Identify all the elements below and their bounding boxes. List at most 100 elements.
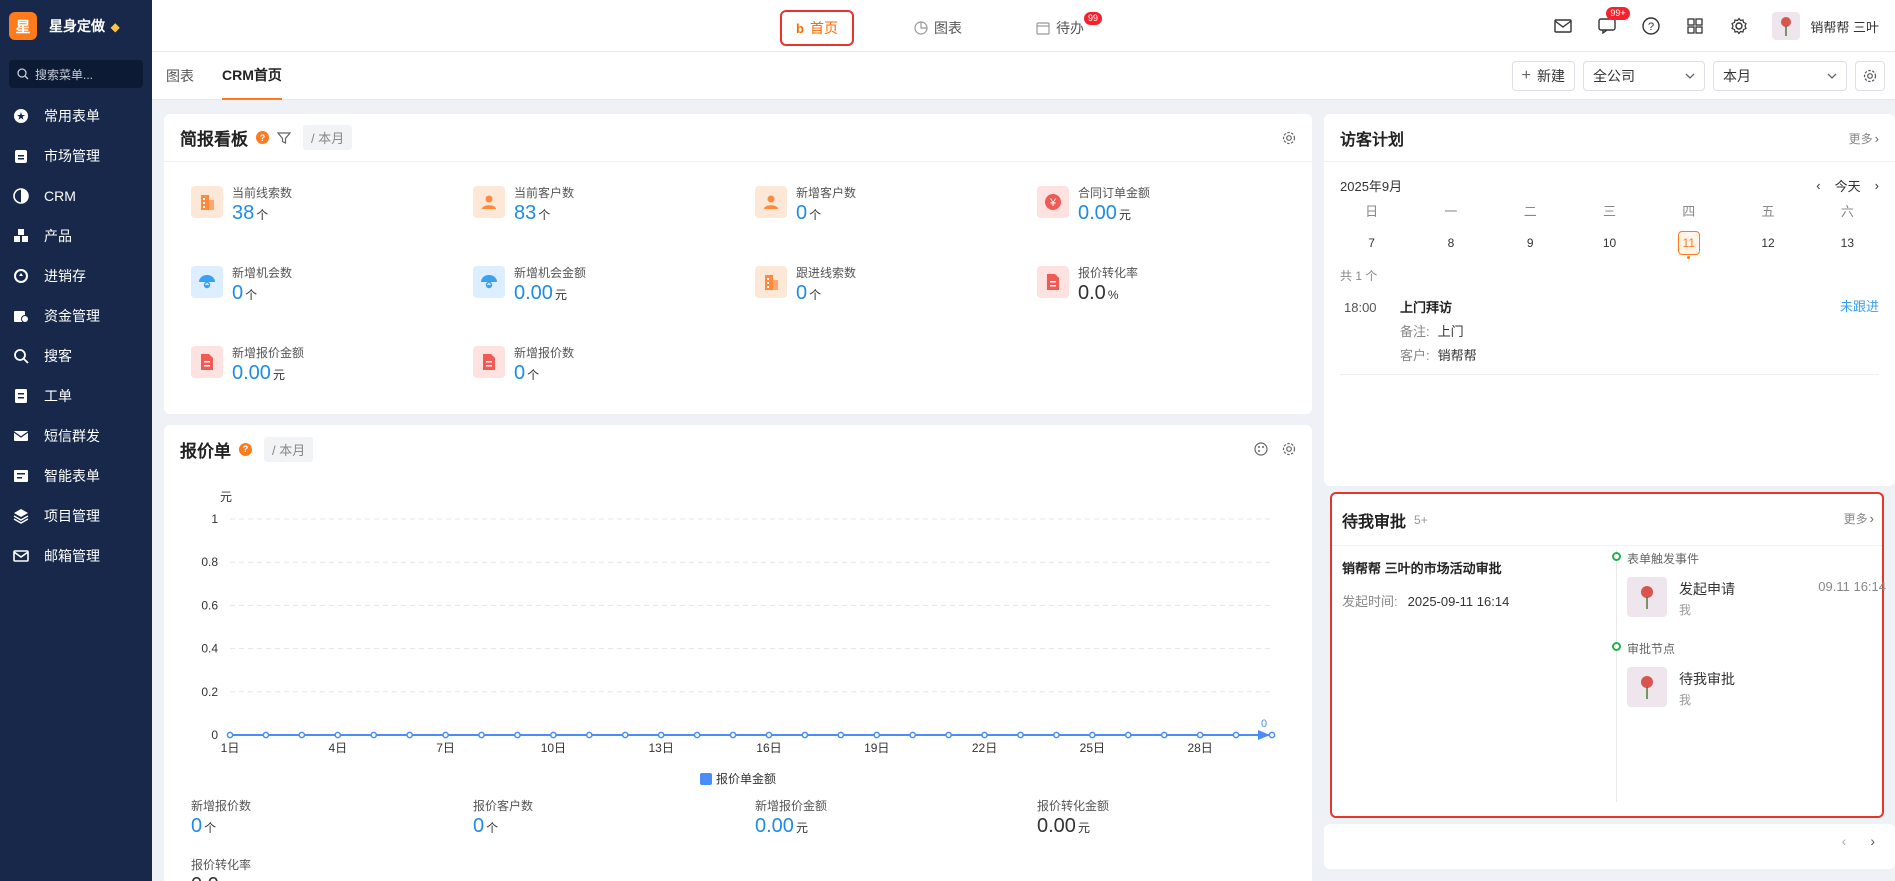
data-point	[370, 731, 378, 739]
sidebar-item[interactable]: 邮箱管理	[0, 536, 152, 576]
visit-status[interactable]: 未跟进	[1840, 296, 1879, 315]
pending-approval-card: 待我审批 5+ 更多 › 销帮帮 三叶的市场活动审批 发起时间: 2025-09-…	[1330, 492, 1886, 818]
calendar-day[interactable]: 11	[1649, 225, 1728, 261]
sidebar-item[interactable]: 工单	[0, 376, 152, 416]
stat-unit: 个	[204, 821, 217, 835]
visit-plan-more[interactable]: 更多 ›	[1849, 114, 1879, 162]
sidebar-item-label: 产品	[44, 228, 72, 244]
calendar-day-number: 12	[1761, 236, 1775, 250]
calendar-day[interactable]: 7	[1332, 225, 1411, 261]
data-point	[550, 731, 557, 739]
palette-icon[interactable]	[1254, 442, 1268, 456]
mail-icon[interactable]	[1552, 15, 1574, 37]
prev-week-icon[interactable]: ‹	[1816, 178, 1820, 193]
settings-icon[interactable]	[1282, 442, 1296, 456]
stat-item[interactable]: 新增机会数 0 个	[191, 260, 473, 320]
data-point	[406, 731, 414, 739]
sidebar-item[interactable]: 项目管理	[0, 496, 152, 536]
y-axis-unit-label: 元	[220, 490, 232, 504]
data-point	[1268, 731, 1276, 739]
sidebar-item[interactable]: 搜客	[0, 336, 152, 376]
x-tick-label: 10日	[541, 741, 566, 755]
tab-home[interactable]: b 首页	[780, 10, 854, 46]
subtab-charts[interactable]: 图表	[166, 52, 194, 100]
help-badge-icon[interactable]: ?	[239, 442, 252, 456]
sidebar-item[interactable]: 进销存	[0, 256, 152, 296]
stat-item[interactable]: 新增客户数 0 个	[755, 180, 1037, 240]
next-page-icon[interactable]: ›	[1870, 833, 1875, 849]
visit-note-value: 上门	[1437, 324, 1464, 339]
data-point	[1232, 731, 1240, 739]
stat-item[interactable]: 报价转化率 0.0%	[1037, 260, 1319, 320]
settings-icon[interactable]	[1282, 131, 1296, 145]
stat-unit: 个	[527, 368, 540, 382]
stat-label: 当前线索数	[232, 186, 293, 200]
sidebar-item[interactable]: 市场管理	[0, 136, 152, 176]
sidebar-item[interactable]: 常用表单	[0, 96, 152, 136]
visit-customer-value[interactable]: 销帮帮	[1438, 348, 1477, 363]
calendar-day[interactable]: 8	[1411, 225, 1490, 261]
data-point	[262, 731, 270, 739]
stat-value: 83	[514, 202, 537, 224]
sidebar-item[interactable]: 资金管理	[0, 296, 152, 336]
next-week-icon[interactable]: ›	[1875, 178, 1879, 193]
stat-label: 报价转化金额	[1037, 799, 1110, 813]
sidebar-menu: 常用表单 市场管理 CRM 产品进销存资金管理 搜客 工单 短信群发 智能表单 项目管理 邮箱管理	[0, 96, 152, 576]
apps-grid-icon[interactable]	[1684, 15, 1706, 37]
brand[interactable]: 星 星身定做 ◆	[0, 0, 152, 52]
approval-item[interactable]: 销帮帮 三叶的市场活动审批 发起时间: 2025-09-11 16:14	[1342, 558, 1592, 610]
more-link[interactable]: 更多	[1844, 510, 1868, 527]
stat-item[interactable]: 跟进线索数 0 个	[755, 260, 1037, 320]
approval-timeline: 表单触发事件 发起申请 我 09.11 16:14 审批节点 待我审批 我	[1612, 550, 1886, 802]
help-icon[interactable]: ?	[1640, 15, 1662, 37]
stat-item[interactable]: 新增报价金额 0.00 元	[191, 340, 473, 400]
layout-settings-button[interactable]	[1855, 61, 1885, 91]
sidebar-item[interactable]: 智能表单	[0, 456, 152, 496]
company-select[interactable]: 全公司	[1583, 61, 1705, 91]
brief-board-card: 简报看板 ? / 本月 当前线索数 38 个当前客户数 83 个新增客户数 0 个 ¥ 合同订单…	[164, 114, 1312, 414]
filter-icon[interactable]	[277, 131, 291, 145]
help-badge-icon[interactable]: ?	[256, 131, 269, 144]
calendar-day[interactable]: 13	[1808, 225, 1887, 261]
subtab-crm-home[interactable]: CRM首页	[222, 52, 282, 100]
approval-pager: ‹ ›	[1842, 833, 1875, 849]
stat-item[interactable]: 当前线索数 38 个	[191, 180, 473, 240]
user-menu[interactable]: 销帮帮 三叶	[1772, 12, 1879, 40]
message-icon[interactable]: 99+	[1596, 7, 1630, 37]
sidebar-item[interactable]: 产品	[0, 216, 152, 256]
calendar-day[interactable]: 10	[1570, 225, 1649, 261]
visit-item[interactable]: 18:00 上门拜访 备注: 上门 客户: 销帮帮 未跟进	[1340, 290, 1879, 375]
calendar-day[interactable]: 12	[1728, 225, 1807, 261]
boxes-icon	[12, 227, 30, 245]
more-link[interactable]: 更多	[1849, 130, 1873, 147]
calendar-day[interactable]: 9	[1491, 225, 1570, 261]
chart-legend[interactable]: 报价单金额	[164, 770, 1312, 787]
approval-more[interactable]: 更多 ›	[1844, 494, 1874, 542]
sidebar-item-label: 进销存	[44, 268, 86, 284]
menu-search-input[interactable]: 搜索菜单...	[9, 60, 143, 88]
tab-charts[interactable]: 图表	[900, 10, 976, 46]
stat-item[interactable]: ¥ 合同订单金额 0.00 元	[1037, 180, 1319, 240]
sidebar-item[interactable]: CRM	[0, 176, 152, 216]
tab-todo[interactable]: 待办 99	[1022, 10, 1102, 46]
data-point	[478, 731, 485, 739]
stat-value: 38	[232, 202, 255, 224]
prev-page-icon[interactable]: ‹	[1842, 833, 1847, 849]
new-button[interactable]: + 新建	[1511, 61, 1575, 91]
data-point	[621, 731, 629, 739]
stat-value: 0	[191, 815, 203, 837]
stat-item[interactable]: 新增机会金额 0.00 元	[473, 260, 755, 320]
stat-value: 0.00	[1037, 815, 1076, 837]
form-icon	[12, 467, 30, 485]
stat-item[interactable]: 当前客户数 83 个	[473, 180, 755, 240]
stat-value: 0.00	[1078, 202, 1117, 224]
period-select[interactable]: 本月	[1713, 61, 1847, 91]
settings-gear-icon[interactable]	[1728, 15, 1750, 37]
avatar	[1627, 577, 1667, 617]
stat-unit: 元	[1118, 208, 1131, 222]
stat-unit: 个	[538, 208, 551, 222]
stat-item[interactable]: 新增报价数 0 个	[473, 340, 755, 400]
approval-pager-strip	[1324, 824, 1895, 869]
sidebar-item[interactable]: 短信群发	[0, 416, 152, 456]
today-button[interactable]: 今天	[1835, 176, 1861, 195]
